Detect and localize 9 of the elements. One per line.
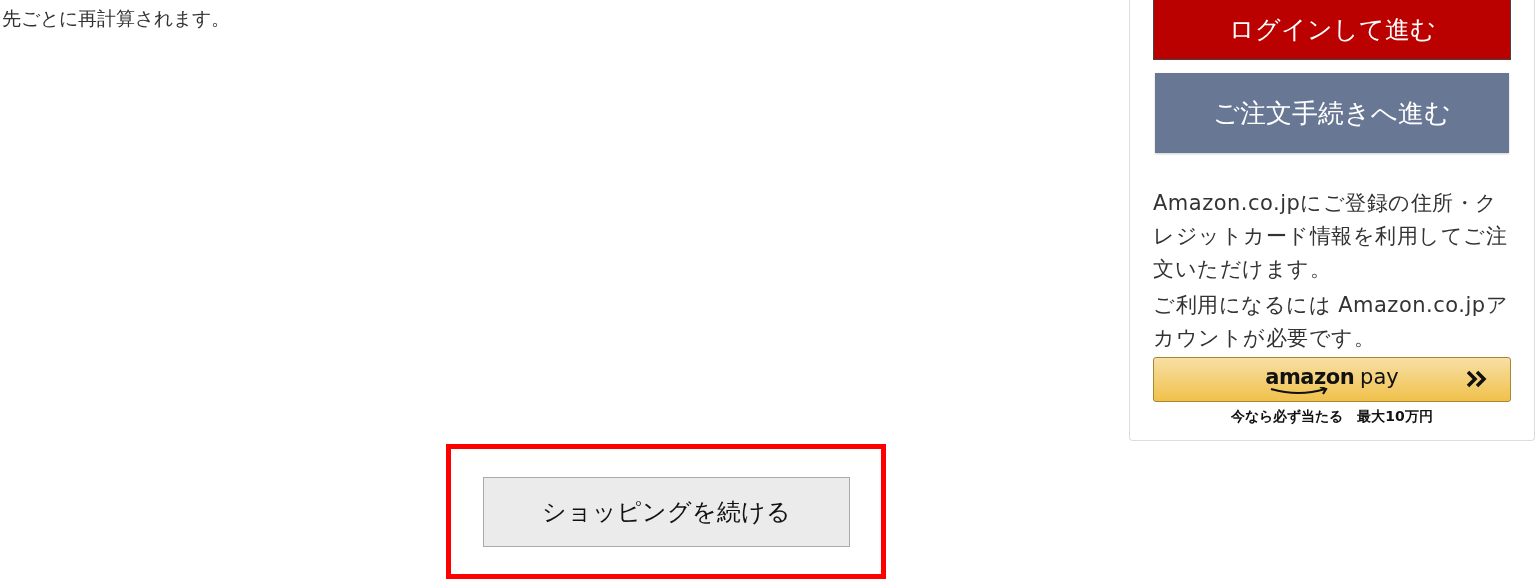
info-text: Amazon.co.jpにご登録の住所・クレジットカード情報を利用してご注文いただけます。	[1153, 190, 1508, 283]
continue-shopping-button[interactable]: ショッピングを続ける	[482, 476, 850, 547]
double-chevron-icon	[1466, 370, 1488, 388]
info-text: ご利用になるには Amazon.co.jpアカウントが必要です。	[1153, 292, 1510, 352]
note-text: 先ごとに再計算されます。	[2, 6, 230, 31]
login-button[interactable]: ログインして進む	[1153, 0, 1511, 60]
amazon-pay-button[interactable]: amazon pay	[1153, 357, 1511, 402]
promo-caption: 今なら必ず当たる 最大10万円	[1230, 408, 1434, 426]
checkout-button[interactable]: ご注文手続きへ進む	[1155, 73, 1509, 153]
